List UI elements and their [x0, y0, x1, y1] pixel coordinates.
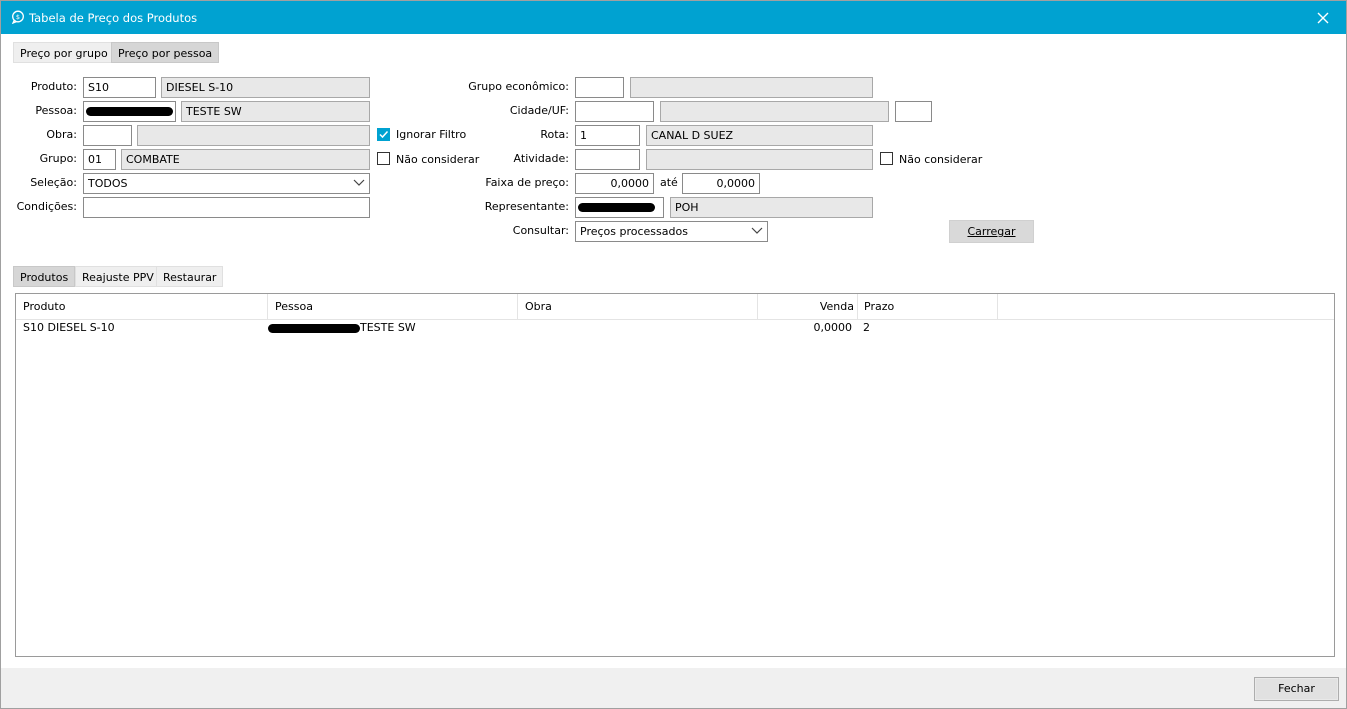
footer-bar — [1, 668, 1346, 708]
pessoa-label: Pessoa: — [35, 104, 77, 117]
window-title: Tabela de Preço dos Produtos — [29, 11, 198, 25]
representante-desc-field: POH — [670, 197, 873, 218]
cell-prazo: 2 — [863, 321, 870, 334]
pessoa-desc-field: TESTE SW — [181, 101, 370, 122]
produto-label: Produto: — [30, 80, 77, 93]
tab-reajuste-ppv[interactable]: Reajuste PPV — [75, 266, 161, 287]
cell-pessoa: TESTE SW — [360, 321, 416, 334]
rota-code-input[interactable]: 1 — [575, 125, 640, 146]
close-icon — [1317, 12, 1329, 23]
rota-desc-field: CANAL D SUEZ — [646, 125, 873, 146]
redacted-mark — [268, 324, 360, 333]
consultar-value: Preços processados — [580, 225, 688, 238]
consultar-label: Consultar: — [512, 224, 569, 237]
redacted-mark — [86, 107, 173, 116]
table-row[interactable]: S10 DIESEL S-10 TESTE SW 0,0000 2 — [16, 319, 1334, 337]
tab-restaurar[interactable]: Restaurar — [156, 266, 224, 287]
atividade-desc-field — [646, 149, 873, 170]
faixa-preco-label: Faixa de preço: — [485, 176, 569, 189]
chevron-down-icon — [751, 227, 763, 234]
selecao-value: TODOS — [88, 177, 128, 190]
column-header-venda[interactable]: Venda — [758, 294, 858, 319]
ignorar-filtro-checkbox[interactable] — [377, 128, 390, 141]
rota-label: Rota: — [540, 128, 569, 141]
grupo-economico-label: Grupo econômico: — [468, 80, 569, 93]
products-grid[interactable]: Produto Pessoa Obra Venda Prazo S10 DIES… — [15, 293, 1335, 657]
condicoes-label: Condições: — [16, 200, 77, 213]
dialog-window: $ Tabela de Preço dos Produtos Preço por… — [0, 0, 1347, 709]
produto-desc-field: DIESEL S-10 — [161, 77, 370, 98]
cell-venda: 0,0000 — [813, 321, 853, 334]
cidade-uf-label: Cidade/UF: — [509, 104, 569, 117]
column-header-produto[interactable]: Produto — [16, 294, 268, 319]
check-icon — [379, 130, 389, 139]
chat-bubble-icon: $ — [11, 10, 24, 24]
faixa-from-input[interactable]: 0,0000 — [575, 173, 654, 194]
carregar-button[interactable]: Carregar — [949, 220, 1034, 243]
tab-produtos[interactable]: Produtos — [13, 266, 76, 287]
grid-header: Produto Pessoa Obra Venda Prazo — [16, 294, 1334, 320]
column-header-prazo[interactable]: Prazo — [858, 294, 998, 319]
obra-desc-field — [137, 125, 370, 146]
faixa-to-input[interactable]: 0,0000 — [682, 173, 760, 194]
cidade-code-input[interactable] — [575, 101, 654, 122]
column-header-pessoa[interactable]: Pessoa — [268, 294, 518, 319]
chevron-down-icon — [353, 179, 365, 186]
fechar-button[interactable]: Fechar — [1254, 677, 1339, 701]
selecao-label: Seleção: — [30, 176, 77, 189]
nao-considerar-atividade-label: Não considerar — [899, 153, 983, 166]
close-button[interactable] — [1300, 1, 1346, 34]
svg-text:$: $ — [16, 13, 20, 21]
atividade-code-input[interactable] — [575, 149, 640, 170]
obra-code-input[interactable] — [83, 125, 132, 146]
column-header-obra[interactable]: Obra — [518, 294, 758, 319]
condicoes-input[interactable] — [83, 197, 370, 218]
grupo-desc-field: COMBATE — [121, 149, 370, 170]
representante-code-input[interactable] — [575, 197, 664, 218]
redacted-mark — [578, 203, 655, 212]
tab-preco-por-pessoa[interactable]: Preço por pessoa — [111, 42, 220, 63]
selecao-select[interactable]: TODOS — [83, 173, 370, 194]
pessoa-code-input[interactable] — [83, 101, 176, 122]
grupo-code-input[interactable]: 01 — [83, 149, 116, 170]
consultar-select[interactable]: Preços processados — [575, 221, 768, 242]
uf-input[interactable] — [895, 101, 932, 122]
atividade-label: Atividade: — [513, 152, 569, 165]
cidade-desc-field — [660, 101, 889, 122]
obra-label: Obra: — [46, 128, 77, 141]
nao-considerar-grupo-checkbox[interactable] — [377, 152, 390, 165]
grupo-economico-desc-field — [630, 77, 873, 98]
grupo-label: Grupo: — [39, 152, 77, 165]
ate-label: até — [660, 176, 678, 189]
produto-code-input[interactable]: S10 — [83, 77, 156, 98]
representante-label: Representante: — [484, 200, 569, 213]
tab-preco-por-grupo[interactable]: Preço por grupo — [13, 42, 115, 63]
grupo-economico-code-input[interactable] — [575, 77, 624, 98]
nao-considerar-atividade-checkbox[interactable] — [880, 152, 893, 165]
cell-produto: S10 DIESEL S-10 — [23, 321, 115, 334]
title-bar: $ Tabela de Preço dos Produtos — [1, 1, 1346, 34]
